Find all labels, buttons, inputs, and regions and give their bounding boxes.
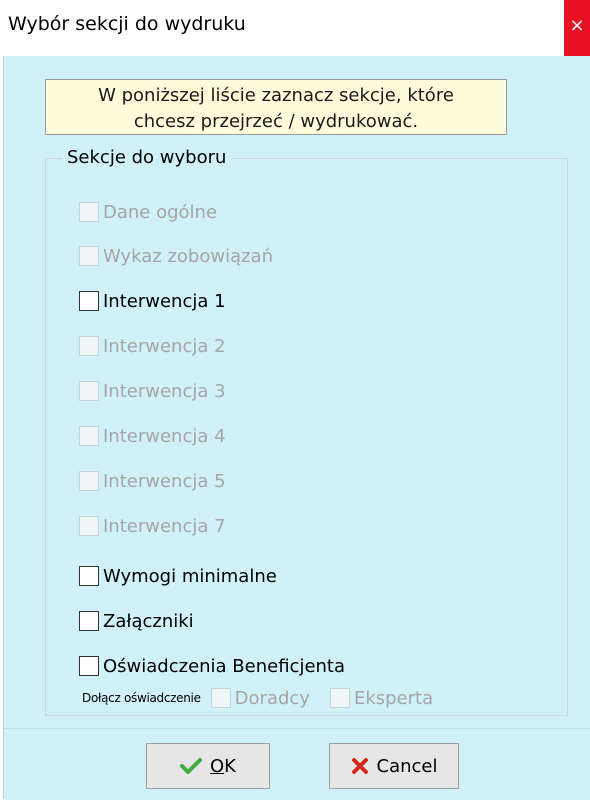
- sections-groupbox: Sekcje do wyboru Dane ogólne Wykaz zobow…: [45, 146, 568, 716]
- instruction-box: W poniższej liście zaznacz sekcje, które…: [45, 79, 507, 135]
- window-title: Wybór sekcji do wydruku: [8, 13, 246, 35]
- checkbox-label: Interwencja 7: [103, 515, 226, 537]
- checkbox-eksperta[interactable]: Eksperta: [329, 687, 434, 709]
- checkbox-box[interactable]: [210, 688, 231, 708]
- checkbox-zalaczniki[interactable]: Załączniki: [79, 607, 194, 635]
- attach-statement-row: Dołącz oświadczenie Doradcy Eksperta: [82, 685, 453, 711]
- checkbox-box[interactable]: [329, 688, 350, 708]
- checkbox-box[interactable]: [79, 471, 99, 491]
- checkbox-label: Wykaz zobowiązań: [103, 245, 273, 267]
- checkbox-label: Doradcy: [234, 687, 310, 709]
- checkbox-interwencja-3[interactable]: Interwencja 3: [79, 377, 226, 405]
- cancel-button[interactable]: Cancel: [329, 743, 459, 789]
- ok-button[interactable]: OK: [146, 743, 270, 789]
- checkbox-label: Eksperta: [353, 687, 434, 709]
- instruction-line-2: chcesz przejrzeć / wydrukować.: [133, 111, 419, 132]
- button-bar: OK Cancel: [4, 728, 590, 800]
- checkbox-wymogi-minimalne[interactable]: Wymogi minimalne: [79, 562, 277, 590]
- checkbox-box[interactable]: [79, 336, 99, 356]
- checkbox-box[interactable]: [79, 381, 99, 401]
- checkbox-label: Wymogi minimalne: [103, 565, 277, 587]
- checkbox-box[interactable]: [79, 566, 99, 586]
- cancel-label: Cancel: [376, 755, 438, 777]
- checkbox-interwencja-1[interactable]: Interwencja 1: [79, 287, 226, 315]
- checkbox-label: Oświadczenia Beneficjenta: [103, 655, 346, 677]
- groupbox-legend: Sekcje do wyboru: [62, 146, 232, 170]
- checkbox-dane-ogolne[interactable]: Dane ogólne: [79, 198, 217, 226]
- title-bar: Wybór sekcji do wydruku ×: [0, 0, 590, 56]
- checkbox-doradcy[interactable]: Doradcy: [210, 687, 310, 709]
- checkbox-interwencja-5[interactable]: Interwencja 5: [79, 467, 226, 495]
- checkbox-box[interactable]: [79, 246, 99, 266]
- checkbox-box[interactable]: [79, 611, 99, 631]
- ok-label-rest: K: [224, 755, 236, 777]
- checkbox-box[interactable]: [79, 656, 99, 676]
- checkbox-oswiadczenia-beneficjenta[interactable]: Oświadczenia Beneficjenta: [79, 652, 345, 680]
- checkbox-wykaz-zobowiazan[interactable]: Wykaz zobowiązań: [79, 242, 273, 270]
- checkbox-box[interactable]: [79, 291, 99, 311]
- checkbox-box[interactable]: [79, 516, 99, 536]
- attach-statement-label: Dołącz oświadczenie: [82, 691, 201, 705]
- dialog-body: W poniższej liście zaznacz sekcje, które…: [3, 56, 590, 800]
- ok-mnemonic: O: [210, 755, 225, 777]
- checkbox-label: Załączniki: [103, 610, 194, 632]
- x-cross-icon: [351, 757, 369, 775]
- checkbox-label: Interwencja 4: [103, 425, 226, 447]
- checkbox-label: Dane ogólne: [103, 201, 218, 223]
- checkbox-label: Interwencja 1: [103, 290, 226, 312]
- instruction-line-1: W poniższej liście zaznacz sekcje, które: [98, 85, 454, 106]
- checkbox-label: Interwencja 5: [103, 470, 226, 492]
- close-button[interactable]: ×: [564, 0, 590, 56]
- checkbox-interwencja-7[interactable]: Interwencja 7: [79, 512, 226, 540]
- checkbox-interwencja-2[interactable]: Interwencja 2: [79, 332, 226, 360]
- checkbox-interwencja-4[interactable]: Interwencja 4: [79, 422, 226, 450]
- checkbox-label: Interwencja 2: [103, 335, 226, 357]
- checkbox-label: Interwencja 3: [103, 380, 226, 402]
- ok-label: OK: [210, 756, 236, 777]
- checkbox-box[interactable]: [79, 202, 99, 222]
- checkmark-icon: [180, 757, 202, 775]
- checkbox-box[interactable]: [79, 426, 99, 446]
